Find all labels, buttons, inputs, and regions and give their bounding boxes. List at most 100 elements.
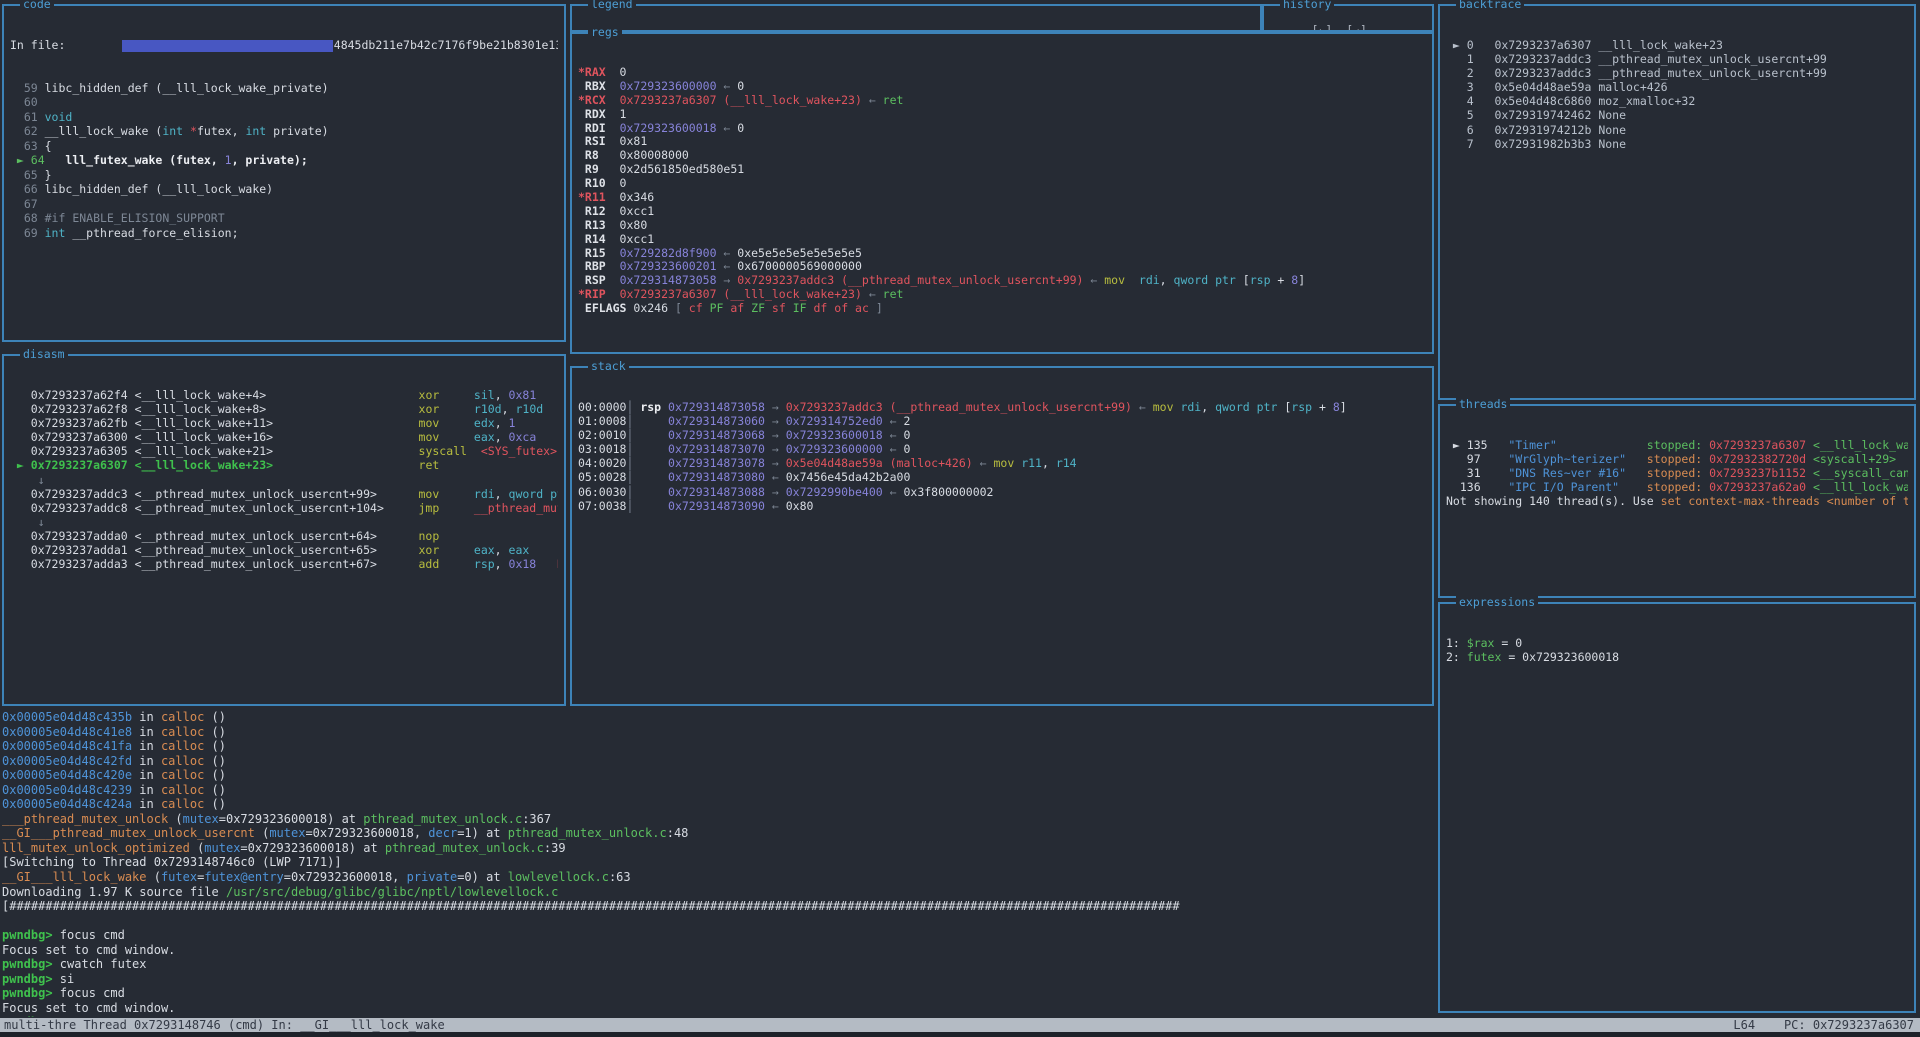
console-line: Focus set to cmd window. [2,1001,1432,1016]
history-forward-button[interactable]: [→] [1346,23,1367,30]
register-row: R10 0 [578,177,1426,191]
source-code-line: 66 libc_hidden_def (__lll_lock_wake) [10,182,558,197]
disasm-line: 0x7293237addc8 <__pthread_mutex_unlock_u… [10,501,558,515]
source-code-line: 62 __lll_lock_wake (int *futex, int priv… [10,124,558,139]
console-line: 0x00005e04d48c420e in calloc () [2,768,1432,783]
source-code-line: 63 { [10,139,558,154]
disasm-line: 0x7293237a6305 <__lll_lock_wake+21> sysc… [10,444,558,458]
disasm-listing: 0x7293237a62f4 <__lll_lock_wake+4> xor s… [10,388,558,571]
console-line: 0x00005e04d48c41e8 in calloc () [2,725,1432,740]
backtrace-frame: 4 0x5e04d48c6860 moz_xmalloc+32 [1446,94,1908,108]
backtrace-frame: 5 0x729319742462 None [1446,108,1908,122]
register-row: R14 0xcc1 [578,233,1426,247]
source-code-line: 65 } [10,168,558,183]
console-line: pwndbg> focus cmd [2,986,1432,1001]
source-code-listing: 59 libc_hidden_def (__lll_lock_wake_priv… [10,81,558,241]
register-row: RDX 1 [578,108,1426,122]
stack-row: 05:0028│ 0x729314873080 ← 0x7456e45da42b… [578,470,1426,484]
register-row: EFLAGS 0x246 [ cf PF af ZF sf IF df of a… [578,302,1426,316]
backtrace-frame: 6 0x72931974212b None [1446,123,1908,137]
backtrace-panel: backtrace ► 0 0x7293237a6307 __lll_lock_… [1438,4,1916,400]
console-lines: 0x00005e04d48c435b in calloc ()0x00005e0… [2,710,1432,1017]
stack-row: 04:0020│ 0x729314873078 → 0x5e04d48ae59a… [578,456,1426,470]
bottom-strip [0,1032,1920,1037]
source-file-row: In file: 4845db211e7b42c7176f9be21b8301e… [10,38,558,53]
console-line: pwndbg> focus cmd [2,928,1432,943]
register-row: R8 0x80008000 [578,149,1426,163]
disasm-line: 0x7293237adda1 <__pthread_mutex_unlock_u… [10,543,558,557]
stack-row: 02:0010│ 0x729314873068 → 0x729323600018… [578,428,1426,442]
console-line: 0x00005e04d48c41fa in calloc () [2,739,1432,754]
source-code-line: ► 64 lll_futex_wake (futex, 1, private); [10,153,558,168]
thread-row: 97 "WrGlyph~terizer" stopped: 0x72932382… [1446,452,1908,466]
register-row: R9 0x2d561850ed580e51 [578,163,1426,177]
backtrace-frame: ► 0 0x7293237a6307 __lll_lock_wake+23 [1446,38,1908,52]
register-row: *RCX 0x7293237a6307 (__lll_lock_wake+23)… [578,94,1426,108]
register-row: RSI 0x81 [578,135,1426,149]
console-line: 0x00005e04d48c435b in calloc () [2,710,1432,725]
status-line-pc-info: L64 PC: 0x7293237a6307 [1733,1018,1914,1032]
thread-row: 136 "IPC I/O Parent" stopped: 0x7293237a… [1446,480,1908,494]
register-row: RSP 0x729314873058 → 0x7293237addc3 (__p… [578,274,1426,288]
legend-panel: legend LEGEND: STACK | HEAP | CODE | DAT… [570,4,1262,32]
redacted-filename-block [122,40,333,52]
disasm-line: 0x7293237addc3 <__pthread_mutex_unlock_u… [10,487,558,501]
register-row: RBX 0x729323600000 ← 0 [578,80,1426,94]
disasm-line: 0x7293237a62f8 <__lll_lock_wake+8> xor r… [10,402,558,416]
in-file-label: In file: [10,38,72,52]
disasm-line: 0x7293237adda0 <__pthread_mutex_unlock_u… [10,529,558,543]
console-line: Focus set to cmd window. [2,943,1432,958]
console-line: __GI___lll_lock_wake (futex=futex@entry=… [2,870,1432,885]
register-row: *RAX 0 [578,66,1426,80]
disasm-panel: disasm 0x7293237a62f4 <__lll_lock_wake+4… [2,354,566,706]
thread-row: 31 "DNS Res~ver #16" stopped: 0x7293237b… [1446,466,1908,480]
console-line: [Switching to Thread 0x7293148746c0 (LWP… [2,855,1432,870]
tui-status-bar: multi-thre Thread 0x7293148746 (cmd) In:… [0,1018,1920,1032]
history-back-button[interactable]: [←] [1312,23,1333,30]
file-hash: 4845db211e7b42c7176f9be21b8301e13e [334,38,558,52]
disasm-line: 0x7293237a6300 <__lll_lock_wake+16> mov … [10,430,558,444]
expressions-panel: expressions 1: $rax = 02: futex = 0x7293… [1438,602,1916,1013]
register-row: R13 0x80 [578,219,1426,233]
stack-row: 07:0038│ 0x729314873090 ← 0x80 [578,499,1426,513]
thread-row: Not showing 140 thread(s). Use set conte… [1446,494,1908,508]
stack-list: 00:0000│ rsp 0x729314873058 → 0x7293237a… [578,400,1426,513]
console-line: ___pthread_mutex_unlock (mutex=0x7293236… [2,812,1432,827]
console-line: Downloading 1.97 K source file /usr/src/… [2,885,1432,900]
source-code-line: 59 libc_hidden_def (__lll_lock_wake_priv… [10,81,558,96]
threads-panel: threads ► 135 "Timer" stopped: 0x7293237… [1438,404,1916,598]
stack-row: 01:0008│ 0x729314873060 → 0x729314752ed0… [578,414,1426,428]
backtrace-frame: 3 0x5e04d48ae59a malloc+426 [1446,80,1908,94]
expression-row: 1: $rax = 0 [1446,636,1908,650]
register-row: *R11 0x346 [578,191,1426,205]
register-row: R15 0x729282d8f900 ← 0xe5e5e5e5e5e5e5e5 [578,247,1426,261]
console-line [2,914,1432,929]
backtrace-frame: 2 0x7293237addc3 __pthread_mutex_unlock_… [1446,66,1908,80]
registers-panel: regs *RAX 0 RBX 0x729323600000 ← 0*RCX 0… [570,32,1434,354]
source-code-line: 67 [10,197,558,212]
console-line: pwndbg> si [2,972,1432,987]
source-code-line: 68 #if ENABLE_ELISION_SUPPORT [10,211,558,226]
source-code-line: 61 void [10,110,558,125]
console-line: __GI___pthread_mutex_unlock_usercnt (mut… [2,826,1432,841]
threads-list: ► 135 "Timer" stopped: 0x7293237a6307 <_… [1446,438,1908,508]
disasm-line: 0x7293237a62fb <__lll_lock_wake+11> mov … [10,416,558,430]
disasm-line: ↓ [10,515,558,529]
console-line: lll_mutex_unlock_optimized (mutex=0x7293… [2,841,1432,856]
console-line: [#######################################… [2,899,1432,914]
source-code-line: 60 [10,95,558,110]
stack-row: 00:0000│ rsp 0x729314873058 → 0x7293237a… [578,400,1426,414]
stack-panel: stack 00:0000│ rsp 0x729314873058 → 0x72… [570,366,1434,706]
pwndbg-terminal: code In file: 4845db211e7b42c7176f9be21b… [0,0,1920,1037]
register-row: *RIP 0x7293237a6307 (__lll_lock_wake+23)… [578,288,1426,302]
expressions-list: 1: $rax = 02: futex = 0x729323600018 [1446,636,1908,664]
backtrace-list: ► 0 0x7293237a6307 __lll_lock_wake+23 1 … [1446,38,1908,151]
console-line: 0x00005e04d48c42fd in calloc () [2,754,1432,769]
disasm-line: 0x7293237adda3 <__pthread_mutex_unlock_u… [10,557,558,571]
gdb-console-output[interactable]: 0x00005e04d48c435b in calloc ()0x00005e0… [2,710,1432,1017]
stack-row: 06:0030│ 0x729314873088 → 0x7292990be400… [578,485,1426,499]
console-line: pwndbg> cwatch futex [2,957,1432,972]
console-line: 0x00005e04d48c424a in calloc () [2,797,1432,812]
stack-row: 03:0018│ 0x729314873070 → 0x729323600000… [578,442,1426,456]
history-panel: history [←] [→] [1262,4,1434,32]
